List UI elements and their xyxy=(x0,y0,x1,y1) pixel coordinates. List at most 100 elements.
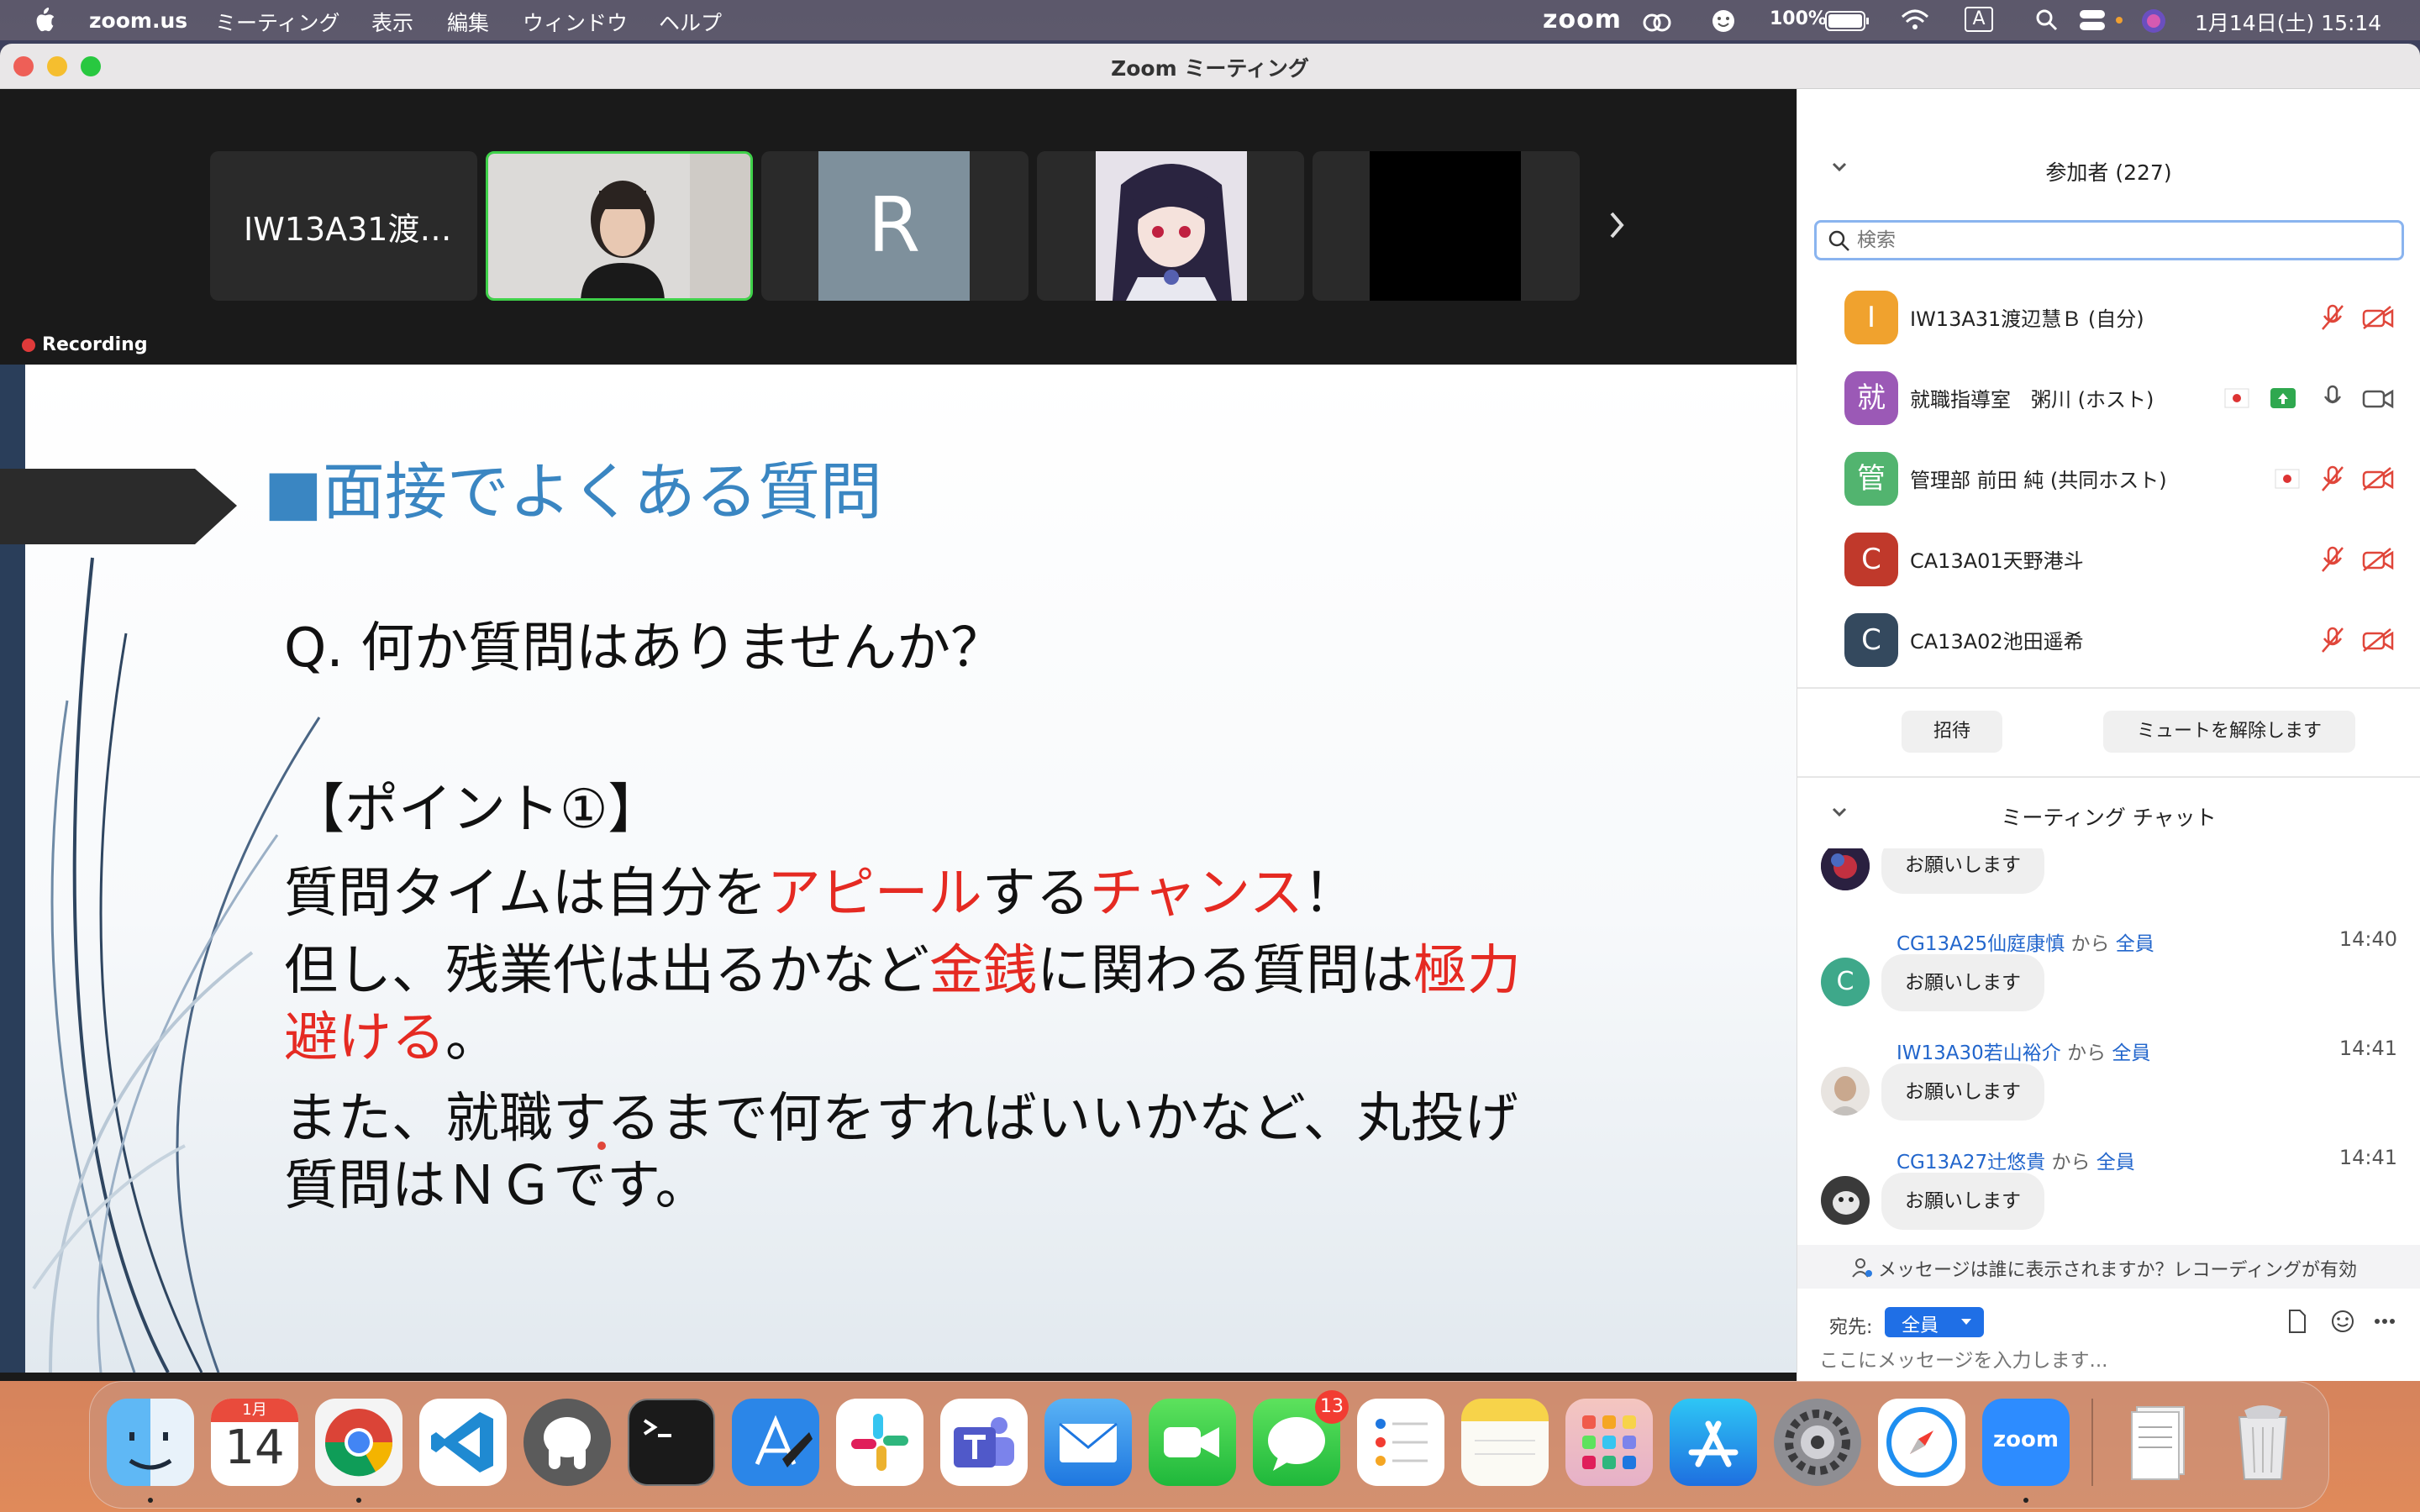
recipient-value: 全員 xyxy=(1902,1315,1939,1336)
apple-icon[interactable] xyxy=(32,7,57,34)
mic-muted-icon[interactable] xyxy=(2320,627,2345,654)
file-attach-icon[interactable] xyxy=(2286,1309,2308,1334)
chat-header: ミーティング チャット xyxy=(2001,806,2217,830)
wifi-icon[interactable] xyxy=(1901,8,1929,32)
recording-indicator: Recording xyxy=(22,334,148,355)
participant-search[interactable] xyxy=(1814,220,2404,260)
terminal-icon[interactable] xyxy=(628,1399,715,1486)
sender-name[interactable]: CG13A27辻悠貴 xyxy=(1897,1152,2045,1173)
launchpad-icon[interactable] xyxy=(1565,1399,1653,1486)
facetime-icon[interactable] xyxy=(1149,1399,1236,1486)
line1-text-c: する xyxy=(981,863,1090,925)
siri-icon[interactable] xyxy=(2139,7,2168,35)
messages-icon[interactable]: 13 xyxy=(1253,1390,1349,1486)
reminders-icon[interactable] xyxy=(1357,1399,1444,1486)
invite-button[interactable]: 招待 xyxy=(1902,711,2002,753)
trash-icon[interactable] xyxy=(2219,1399,2307,1486)
chevron-right-icon[interactable] xyxy=(1607,208,1627,242)
zoom-status-logo[interactable]: zoom xyxy=(1543,5,1622,34)
participant-name: CA13A01天野港斗 xyxy=(1910,549,2084,573)
system-settings-icon[interactable] xyxy=(1774,1399,1861,1486)
participant-row[interactable]: C CA13A02池田遥希 xyxy=(1797,600,2420,680)
participant-row[interactable]: 管 管理部 前田 純 (共同ホスト) xyxy=(1797,438,2420,519)
menu-help[interactable]: ヘルプ xyxy=(659,7,722,37)
sender-name[interactable]: IW13A30若山裕介 xyxy=(1897,1042,2061,1064)
slide-line-4: また、就職するまで何をすればいいかなど、丸投げ xyxy=(284,1088,1518,1150)
video-tile-dark[interactable] xyxy=(1313,151,1580,301)
documents-stack-icon[interactable] xyxy=(2115,1399,2202,1486)
xcode-icon[interactable] xyxy=(732,1399,819,1486)
slide-line-1: 質問タイムは自分をアピールするチャンス！ xyxy=(284,850,1357,927)
mic-muted-icon[interactable] xyxy=(2320,304,2345,331)
notes-icon[interactable] xyxy=(1461,1399,1549,1486)
zoom-window: Zoom ミーティング IW13A31渡… R Recording ■面接でよく… xyxy=(0,44,2420,1381)
chat-message-input[interactable] xyxy=(1819,1344,2399,1378)
menu-bar: zoom.us ミーティング 表示 編集 ウィンドウ ヘルプ zoom 100%… xyxy=(0,0,2420,40)
slide-line-5: 質問はＮＧです。 xyxy=(284,1155,709,1217)
participant-row[interactable]: 就 就職指導室 粥川 (ホスト) xyxy=(1797,358,2420,438)
menu-view[interactable]: 表示 xyxy=(371,7,413,37)
participant-avatar: 管 xyxy=(1844,452,1898,506)
vscode-icon[interactable] xyxy=(419,1399,507,1486)
menu-edit[interactable]: 編集 xyxy=(447,7,489,37)
unmute-me-button[interactable]: ミュートを解除します xyxy=(2103,711,2355,753)
video-tile-r[interactable]: R xyxy=(761,151,1028,301)
video-off-icon[interactable] xyxy=(2362,467,2394,491)
app-store-icon[interactable] xyxy=(1670,1399,1757,1486)
search-input[interactable] xyxy=(1857,226,2395,255)
creative-cloud-icon[interactable] xyxy=(1640,8,1674,34)
participant-name: IW13A31渡辺慧Ｂ (自分) xyxy=(1910,307,2144,331)
message-sender[interactable]: IW13A30若山裕介 から 全員 xyxy=(1897,1037,2150,1065)
slide-line-2: 但し、残業代は出るかなど金銭に関わる質問は極力 xyxy=(284,927,1521,1005)
video-icon[interactable] xyxy=(2362,386,2394,410)
recipient-dropdown[interactable]: 全員 xyxy=(1885,1307,1984,1337)
mail-icon[interactable] xyxy=(1044,1399,1132,1486)
more-options-icon[interactable] xyxy=(2374,1317,2396,1326)
slack-icon[interactable] xyxy=(836,1399,923,1486)
video-off-icon[interactable] xyxy=(2362,628,2394,652)
teams-icon[interactable] xyxy=(940,1399,1028,1486)
notice-text: メッセージは誰に表示されますか？レコーディングが有効 xyxy=(1878,1260,2358,1281)
chat-messages[interactable]: お願いします CG13A25仙庭康慎 から 全員 14:40 C お願いします … xyxy=(1797,848,2420,1243)
dock: 1月 14 13 zoom xyxy=(89,1381,2329,1509)
chrome-icon[interactable] xyxy=(315,1399,402,1486)
video-tile-anime[interactable] xyxy=(1037,151,1304,301)
app-menu[interactable]: zoom.us xyxy=(89,8,187,33)
calendar-icon[interactable]: 1月 14 xyxy=(211,1399,298,1486)
message-sender[interactable]: CG13A27辻悠貴 から 全員 xyxy=(1897,1146,2135,1174)
video-off-icon[interactable] xyxy=(2362,548,2394,571)
input-source-indicator[interactable]: A xyxy=(1965,7,1993,32)
menu-meeting[interactable]: ミーティング xyxy=(215,7,340,37)
message-bubble: お願いします xyxy=(1881,1063,2044,1121)
line1-highlight-chance: チャンス xyxy=(1089,863,1303,925)
video-tile-name[interactable]: IW13A31渡… xyxy=(210,151,477,301)
control-center-icon[interactable] xyxy=(2079,8,2107,32)
mic-icon[interactable] xyxy=(2323,385,2342,412)
zoom-icon[interactable]: zoom xyxy=(1982,1399,2070,1486)
battery-icon[interactable] xyxy=(1825,10,1870,32)
smiley-icon[interactable] xyxy=(1711,8,1736,34)
tableplus-icon[interactable] xyxy=(523,1399,611,1486)
video-off-icon[interactable] xyxy=(2362,306,2394,329)
finder-icon[interactable] xyxy=(107,1399,194,1486)
line1-text-a: 質問タイムは自分を xyxy=(284,863,767,925)
video-tile-speaker[interactable] xyxy=(486,151,753,301)
participant-row[interactable]: C CA13A01天野港斗 xyxy=(1797,519,2420,600)
chat-visibility-notice[interactable]: メッセージは誰に表示されますか？レコーディングが有効 xyxy=(1797,1245,2420,1289)
emoji-icon[interactable] xyxy=(2330,1309,2355,1334)
clock[interactable]: 1月14日(土) 15:14 xyxy=(2195,7,2381,37)
spotlight-search-icon[interactable] xyxy=(2035,8,2059,32)
participant-name: 就職指導室 粥川 (ホスト) xyxy=(1910,388,2154,412)
sender-name[interactable]: CG13A25仙庭康慎 xyxy=(1897,933,2065,955)
line2-highlight-money: 金銭 xyxy=(929,940,1037,1002)
mic-muted-icon[interactable] xyxy=(2320,546,2345,573)
screen-share-icon xyxy=(2270,388,2296,408)
safari-icon[interactable] xyxy=(1878,1399,1965,1486)
mic-muted-icon[interactable] xyxy=(2320,465,2345,492)
message-sender[interactable]: CG13A25仙庭康慎 から 全員 xyxy=(1897,927,2154,956)
participant-row[interactable]: I IW13A31渡辺慧Ｂ (自分) xyxy=(1797,277,2420,358)
side-panel: 参加者 (227) I IW13A31渡辺慧Ｂ (自分) 就 就職指導室 粥川 … xyxy=(1797,89,2420,1381)
dock-separator xyxy=(2091,1399,2093,1486)
menu-window[interactable]: ウィンドウ xyxy=(523,7,628,37)
anime-avatar-image xyxy=(1037,151,1304,301)
